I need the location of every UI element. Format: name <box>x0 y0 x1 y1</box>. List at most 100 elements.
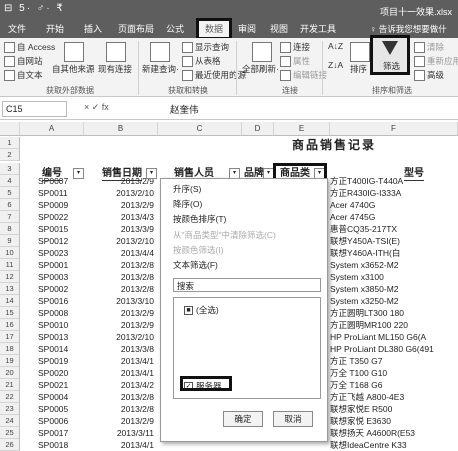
sort-button[interactable]: 排序 <box>350 63 367 75</box>
cell-code[interactable]: SP0011 <box>38 187 68 199</box>
cell-model[interactable]: System x3100 <box>330 271 458 283</box>
quick-access-toolbar[interactable]: ⊟ 5· ♂· ₹ <box>4 3 65 14</box>
cell-model[interactable]: 方正圆明MR100 220 <box>330 319 458 331</box>
filter-dropdown-code[interactable]: ▾ <box>73 168 84 179</box>
cell-date[interactable]: 2013/2/8 <box>86 391 154 403</box>
row-header[interactable]: 4 <box>0 175 20 187</box>
menu-clear-filter[interactable]: 从"商品类型"中清除筛选(C) <box>173 229 276 241</box>
cell-code[interactable]: SP0022 <box>38 211 68 223</box>
row-header[interactable]: 20 <box>0 367 20 379</box>
cell-code[interactable]: SP0008 <box>38 307 68 319</box>
cell-date[interactable]: 2013/2/10 <box>86 187 154 199</box>
row-header[interactable]: 1 <box>0 137 20 149</box>
cell-date[interactable]: 2013/2/9 <box>86 307 154 319</box>
row-header[interactable]: 14 <box>0 295 20 307</box>
cell-date[interactable]: 2013/2/9 <box>86 415 154 427</box>
name-box[interactable]: C15 <box>2 101 67 117</box>
cancel-button[interactable]: 取消 <box>273 411 313 427</box>
cell-model[interactable]: 方正T400IG-T440A <box>330 175 458 187</box>
cell-code[interactable]: SP0017 <box>38 427 68 439</box>
cell-code[interactable]: SP0005 <box>38 403 68 415</box>
formula-input[interactable]: 赵奎伟 <box>170 102 199 116</box>
row-header[interactable]: 19 <box>0 355 20 367</box>
menu-sort-ascending[interactable]: 升序(S) <box>173 183 201 195</box>
cell-model[interactable]: 联想Y460A-ITH(白 <box>330 247 458 259</box>
tab-review[interactable]: 审阅 <box>232 20 262 38</box>
cell-date[interactable]: 2013/4/3 <box>86 211 154 223</box>
row-header[interactable]: 18 <box>0 343 20 355</box>
cell-model[interactable]: 方正飞越 A800-4E3 <box>330 391 458 403</box>
cell-model[interactable]: 联想家悦 E3630 <box>330 415 458 427</box>
cell-code[interactable]: SP0012 <box>38 235 68 247</box>
cell-code[interactable]: SP0021 <box>38 379 68 391</box>
cell-model[interactable]: 联想Y450A-TSI(E) <box>330 235 458 247</box>
tab-developer[interactable]: 开发工具 <box>298 20 338 38</box>
cell-code[interactable]: SP0016 <box>38 295 68 307</box>
edit-links-button[interactable]: 编辑链接 <box>280 69 327 82</box>
cell-code[interactable]: SP0001 <box>38 259 68 271</box>
option-select-all[interactable]: ■ (全选) <box>184 304 219 316</box>
cell-model[interactable]: HP ProLiant DL380 G6(491 <box>330 343 458 355</box>
row-header[interactable]: 17 <box>0 331 20 343</box>
reapply-button[interactable]: 重新应用 <box>414 55 458 68</box>
cell-model[interactable]: Acer 4740G <box>330 199 458 211</box>
row-header[interactable]: 7 <box>0 211 20 223</box>
cell-date[interactable]: 2013/3/9 <box>86 223 154 235</box>
row-header[interactable]: 13 <box>0 283 20 295</box>
cell-code[interactable]: SP0019 <box>38 355 68 367</box>
cell-date[interactable]: 2013/4/1 <box>86 355 154 367</box>
column-header-f[interactable]: F <box>330 122 458 136</box>
menu-filter-by-color[interactable]: 按颜色筛选(I) <box>173 244 224 256</box>
row-header[interactable]: 6 <box>0 199 20 211</box>
cell-date[interactable]: 2013/4/2 <box>86 379 154 391</box>
cell-code[interactable]: SP0003 <box>38 271 68 283</box>
cell-date[interactable]: 2013/3/8 <box>86 343 154 355</box>
cell-date[interactable]: 2013/2/10 <box>86 331 154 343</box>
filter-dropdown-date[interactable]: ▾ <box>146 168 157 179</box>
cell-code[interactable]: SP0015 <box>38 223 68 235</box>
cell-date[interactable]: 2013/3/11 <box>86 427 154 439</box>
cell-date[interactable]: 2013/2/9 <box>86 199 154 211</box>
existing-connections-button[interactable]: 现有连接 <box>98 63 132 75</box>
select-all-corner[interactable] <box>0 122 20 136</box>
cell-model[interactable]: 万全 T168 G6 <box>330 379 458 391</box>
filter-button[interactable]: 筛选 <box>370 35 410 75</box>
menu-sort-descending[interactable]: 降序(O) <box>173 198 202 210</box>
row-header[interactable]: 10 <box>0 247 20 259</box>
properties-button[interactable]: 属性 <box>280 55 310 68</box>
cell-model[interactable]: 方正 T350 G7 <box>330 355 458 367</box>
other-sources-button[interactable]: 自其他来源 <box>52 63 95 75</box>
cell-model[interactable]: 方正R430IG-I333A <box>330 187 458 199</box>
row-header[interactable]: 16 <box>0 319 20 331</box>
cell-date[interactable]: 2013/3/10 <box>86 295 154 307</box>
column-header-d[interactable]: D <box>242 122 274 136</box>
ok-button[interactable]: 确定 <box>223 411 263 427</box>
from-text-button[interactable]: 自文本 <box>4 69 43 82</box>
row-header[interactable]: 8 <box>0 223 20 235</box>
refresh-all-button[interactable]: 全部刷新· <box>242 63 279 75</box>
cell-code[interactable]: SP0009 <box>38 199 68 211</box>
tab-page-layout[interactable]: 页面布局 <box>114 20 158 38</box>
column-header-a[interactable]: A <box>20 122 84 136</box>
tab-file[interactable]: 文件 <box>2 20 32 38</box>
cell-model[interactable]: 惠普CQ35-217TX <box>330 223 458 235</box>
row-header[interactable]: 5 <box>0 187 20 199</box>
cell-date[interactable]: 2013/2/9 <box>86 319 154 331</box>
cell-date[interactable]: 2013/2/8 <box>86 283 154 295</box>
cell-code[interactable]: SP0014 <box>38 343 68 355</box>
cell-date[interactable]: 2013/2/8 <box>86 259 154 271</box>
cell-code[interactable]: SP0004 <box>38 391 68 403</box>
cell-date[interactable]: 2013/2/8 <box>86 271 154 283</box>
row-header[interactable]: 9 <box>0 235 20 247</box>
cell-date[interactable]: 2013/2/8 <box>86 403 154 415</box>
column-header-e[interactable]: E <box>274 122 330 136</box>
sort-ascending-button[interactable]: A↓Z <box>328 41 343 51</box>
cell-model[interactable]: HP ProLiant ML150 G6(A <box>330 331 458 343</box>
row-header[interactable]: 15 <box>0 307 20 319</box>
row-header[interactable]: 21 <box>0 379 20 391</box>
row-header[interactable]: 26 <box>0 439 20 451</box>
cell-code[interactable]: SP0023 <box>38 247 68 259</box>
from-access-button[interactable]: 自 Access <box>4 41 55 54</box>
cell-model[interactable]: 联想家悦E R500 <box>330 403 458 415</box>
menu-sort-by-color[interactable]: 按颜色排序(T) <box>173 213 226 225</box>
